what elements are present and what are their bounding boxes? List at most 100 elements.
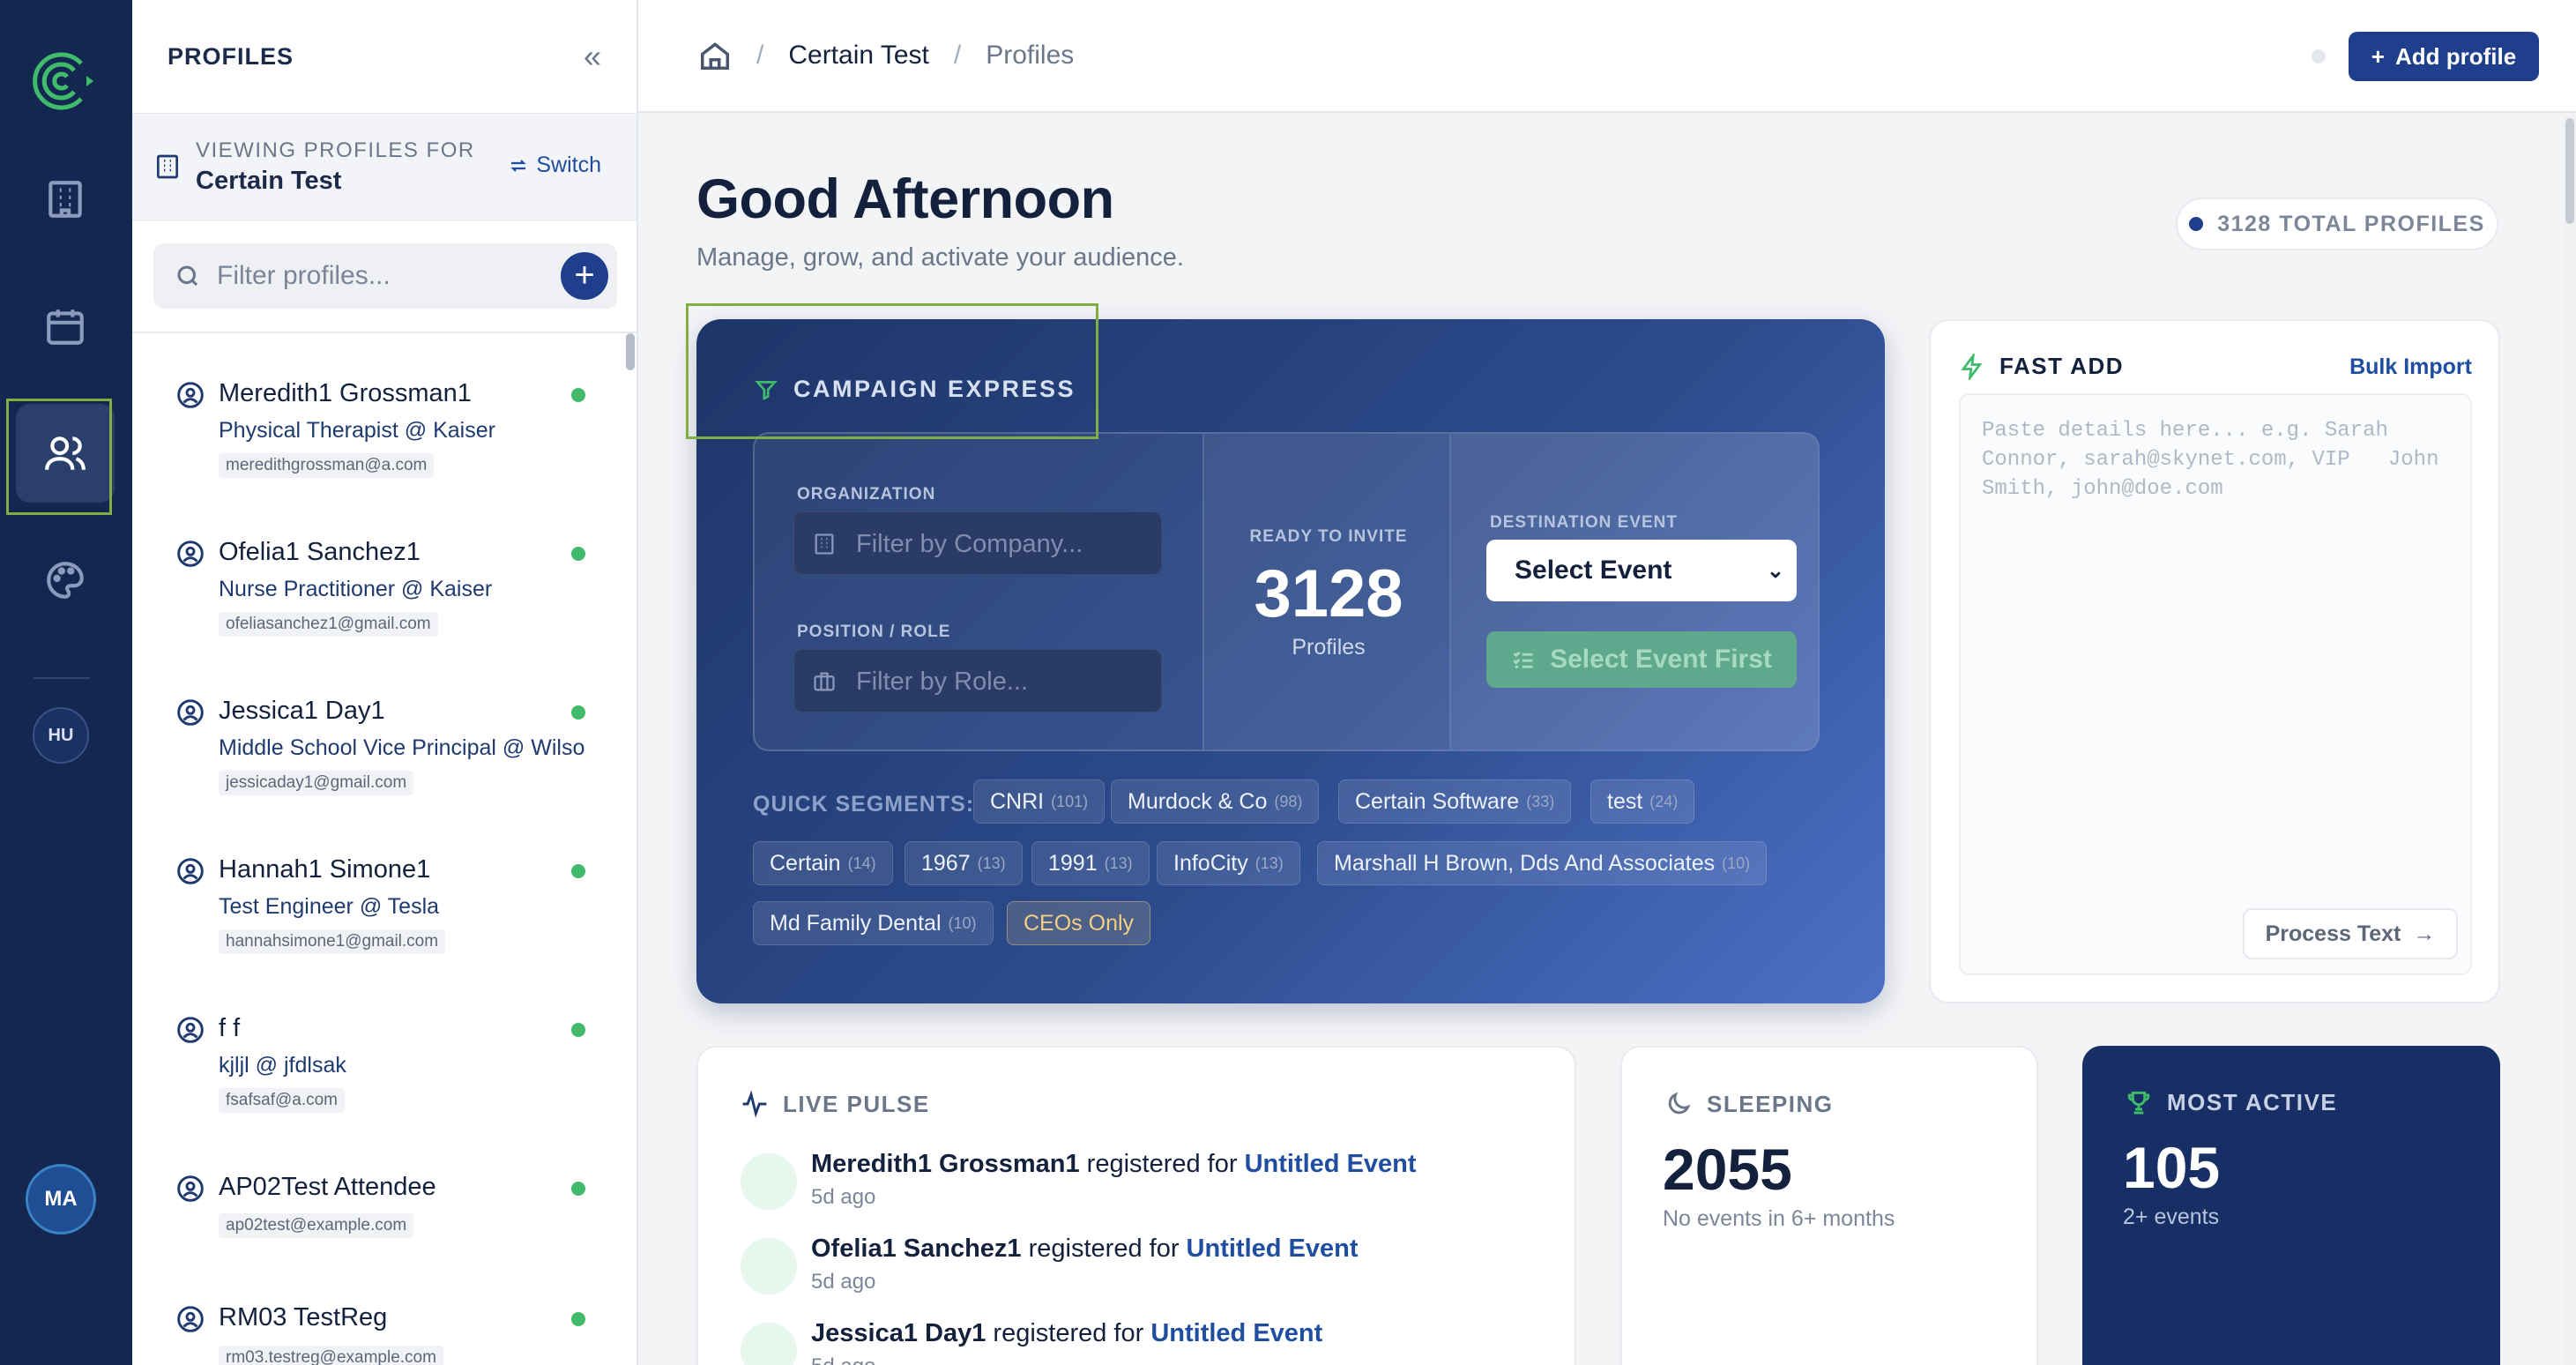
nav-profiles[interactable] [16, 404, 115, 503]
status-dot [571, 1023, 585, 1037]
list-item[interactable]: AP02Test Attendee ap02test@example.com [132, 1127, 637, 1257]
segment-chip[interactable]: 1991 (13) [1031, 841, 1150, 885]
fast-add-title: FAST ADD [1959, 353, 2124, 380]
building-icon [815, 533, 834, 555]
bulk-import-link[interactable]: Bulk Import [2349, 354, 2472, 380]
user-circle-icon [177, 1175, 204, 1202]
segment-chip-ceos-only[interactable]: CEOs Only [1007, 901, 1151, 945]
process-text-button[interactable]: Process Text → [2243, 908, 2458, 959]
switch-org-button[interactable]: Switch [508, 153, 601, 178]
pulse-event[interactable]: Ofelia1 Sanchez1 registered for Untitled… [741, 1234, 1534, 1305]
profile-name: f f [219, 1014, 241, 1042]
viewing-org-name: Certain Test [196, 167, 342, 195]
select-event-first-label: Select Event First [1550, 645, 1772, 674]
pulse-event[interactable]: Meredith1 Grossman1 registered for Untit… [741, 1150, 1534, 1220]
list-item[interactable]: f f kjljl @ jfdlsak fsafsaf@a.com [132, 968, 637, 1127]
sleeping-card[interactable]: SLEEPING 2055 No events in 6+ months [1620, 1046, 2038, 1365]
fast-add-textarea[interactable] [1959, 393, 2472, 975]
avatar [741, 1323, 797, 1365]
segment-chip[interactable]: Marshall H Brown, Dds And Associates (10) [1317, 841, 1768, 885]
profile-name: Ofelia1 Sanchez1 [219, 538, 421, 566]
switch-arrows-icon [510, 159, 527, 172]
pulse-person: Jessica1 Day1 [811, 1319, 986, 1347]
pulse-verb: registered for [993, 1319, 1144, 1347]
activity-icon [742, 1090, 767, 1118]
campaign-filter-panel: ORGANIZATION POSITION / ROLE READY TO IN… [753, 432, 1820, 751]
profile-name: RM03 TestReg [219, 1303, 388, 1331]
status-dot [571, 547, 585, 561]
segment-name: Marshall H Brown, Dds And Associates [1334, 850, 1716, 876]
viewing-org-panel: VIEWING PROFILES FOR Certain Test Switch [132, 113, 637, 220]
segment-name: 1967 [921, 850, 971, 876]
most-active-card[interactable]: MOST ACTIVE 105 2+ events [2082, 1046, 2500, 1365]
fast-add-card: FAST ADD Bulk Import Process Text → [1929, 319, 2500, 1003]
segment-chip[interactable]: Certain (14) [753, 841, 893, 885]
segment-count: (101) [1051, 792, 1089, 810]
pulse-time: 5d ago [811, 1185, 876, 1209]
pulse-event-text: Meredith1 Grossman1 registered for Untit… [811, 1150, 1417, 1179]
moon-icon [1668, 1092, 1691, 1115]
top-bar: / Certain Test / Profiles + Add profile [638, 0, 2576, 113]
user-circle-icon [177, 858, 204, 884]
segment-chip[interactable]: Murdock & Co (98) [1111, 779, 1320, 824]
live-pulse-title: LIVE PULSE [741, 1090, 930, 1118]
add-profile-button[interactable]: + Add profile [2349, 32, 2539, 81]
nav-events[interactable] [16, 277, 115, 376]
pulse-event[interactable]: Jessica1 Day1 registered for Untitled Ev… [741, 1319, 1534, 1365]
profile-email: meredithgrossman@a.com [219, 453, 435, 478]
most-active-title: MOST ACTIVE [2125, 1088, 2337, 1116]
process-text-label: Process Text [2265, 921, 2401, 946]
list-item[interactable]: RM03 TestReg rm03.testreg@example.com [132, 1257, 637, 1365]
workspace-avatar[interactable]: HU [33, 707, 89, 764]
avatar [741, 1153, 797, 1210]
home-icon[interactable] [698, 39, 732, 72]
main-scrollbar-thumb[interactable] [2565, 118, 2574, 224]
list-item[interactable]: Meredith1 Grossman1 Physical Therapist @… [132, 333, 637, 492]
campaign-title-highlight [686, 303, 1098, 439]
filter-profiles-input[interactable] [217, 254, 534, 298]
briefcase-icon [814, 672, 835, 691]
add-profile-plus-button[interactable]: + [561, 252, 608, 300]
pulse-time: 5d ago [811, 1270, 876, 1294]
profile-name: Meredith1 Grossman1 [219, 379, 472, 407]
segment-count: (33) [1526, 792, 1555, 810]
profile-email: rm03.testreg@example.com [219, 1346, 443, 1365]
position-filter-input[interactable] [856, 660, 1147, 703]
destination-panel: DESTINATION EVENT Select Event ⌄ Select … [1451, 434, 1818, 750]
user-circle-icon [177, 699, 204, 726]
pulse-event-link[interactable]: Untitled Event [1245, 1150, 1417, 1178]
segment-chip[interactable]: CNRI (101) [973, 779, 1106, 824]
add-profile-label: Add profile [2394, 42, 2517, 70]
segment-chip[interactable]: Certain Software (33) [1338, 779, 1572, 824]
rail-divider [34, 677, 90, 679]
profile-filter: + [153, 243, 617, 309]
viewing-label: VIEWING PROFILES FOR [196, 138, 475, 162]
segment-chip[interactable]: Md Family Dental (10) [753, 901, 994, 945]
nav-themes[interactable] [16, 531, 115, 630]
list-item[interactable]: Jessica1 Day1 Middle School Vice Princip… [132, 651, 637, 809]
segment-count: (98) [1274, 792, 1303, 810]
collapse-sidebar-icon[interactable]: « [584, 38, 601, 75]
segment-chip[interactable]: test (24) [1590, 779, 1695, 824]
segment-chip[interactable]: InfoCity (13) [1157, 841, 1300, 885]
nav-organizations[interactable] [16, 150, 115, 249]
pulse-event-link[interactable]: Untitled Event [1150, 1319, 1322, 1347]
user-circle-icon [177, 1017, 204, 1043]
lightning-icon [1961, 353, 1983, 380]
select-event-first-button[interactable]: Select Event First [1486, 631, 1797, 688]
fast-add-title-text: FAST ADD [1999, 353, 2125, 379]
organization-filter-input[interactable] [856, 523, 1147, 565]
main-scrollbar[interactable] [2564, 115, 2576, 1365]
segment-name: 1991 [1048, 850, 1098, 876]
segment-chip[interactable]: 1967 (13) [905, 841, 1023, 885]
breadcrumb-org[interactable]: Certain Test [788, 41, 929, 71]
segment-name: Md Family Dental [770, 910, 942, 936]
ready-unit: Profiles [1292, 635, 1366, 660]
most-active-count: 105 [2123, 1135, 2221, 1200]
pulse-event-link[interactable]: Untitled Event [1187, 1234, 1359, 1263]
list-item[interactable]: Hannah1 Simone1 Test Engineer @ Tesla ha… [132, 809, 637, 968]
user-avatar[interactable]: MA [26, 1164, 96, 1234]
list-item[interactable]: Ofelia1 Sanchez1 Nurse Practitioner @ Ka… [132, 492, 637, 651]
select-event-dropdown[interactable]: Select Event ⌄ [1486, 540, 1797, 601]
app-logo[interactable] [25, 44, 99, 118]
